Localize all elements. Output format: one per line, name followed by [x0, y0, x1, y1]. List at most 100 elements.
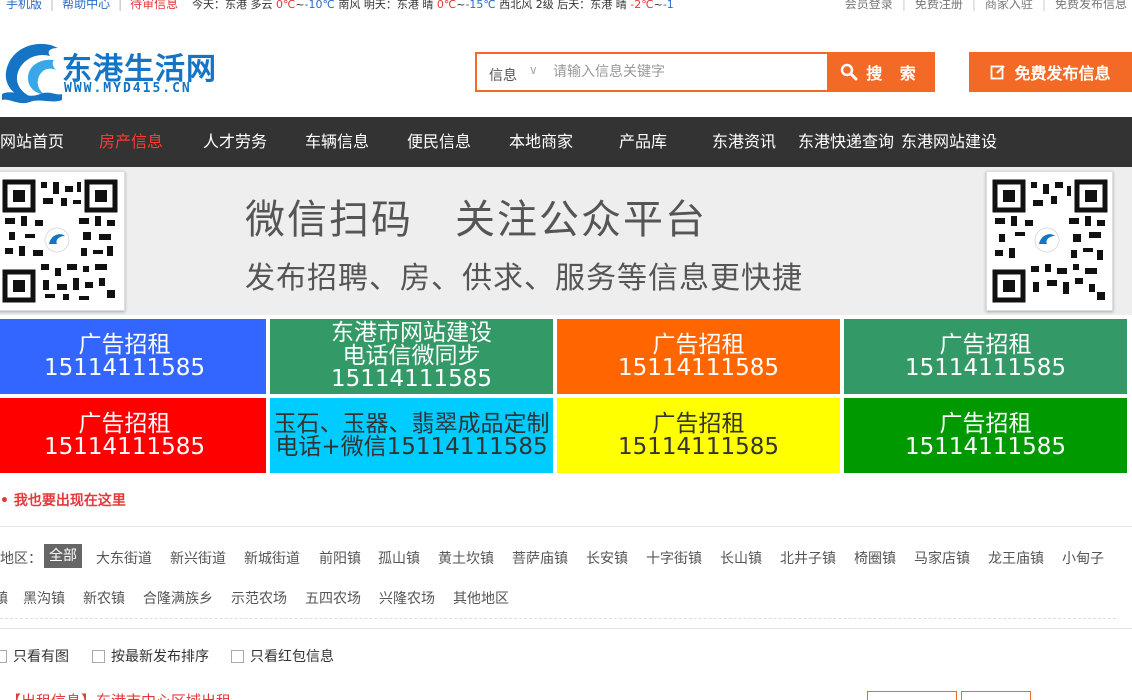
search-button-label: 搜 索 [866, 64, 922, 83]
nav-item-merchants[interactable]: 本地商家 [509, 117, 573, 167]
filter-label: 只看红包信息 [250, 649, 334, 665]
ad-slot-8[interactable]: 广告招租 15114111585 [844, 398, 1127, 473]
area-tag[interactable]: 马家店镇 [914, 548, 970, 568]
wave-logo-icon [2, 43, 62, 104]
publish-button[interactable]: 免费发布信息 [969, 52, 1132, 92]
promo-link[interactable]: • 我也要出现在这里 [0, 490, 126, 510]
area-tag[interactable]: 孤山镇 [378, 548, 420, 568]
area-tag[interactable]: 新农镇 [83, 588, 125, 608]
area-tag[interactable]: 长山镇 [720, 548, 762, 568]
checkbox[interactable] [231, 650, 244, 663]
nav-item-products[interactable]: 产品库 [619, 117, 667, 167]
ad-phone: 15114111585 [618, 433, 779, 460]
search-category-select[interactable]: 信息 [489, 65, 517, 85]
ad-slot-3[interactable]: 广告招租 15114111585 [557, 319, 840, 394]
ad-slot-7[interactable]: 广告招租 15114111585 [557, 398, 840, 473]
mobile-link[interactable]: 手机版 [6, 0, 42, 11]
member-login-link[interactable]: 会员登录 [845, 0, 893, 11]
area-tag[interactable]: 龙王庙镇 [988, 548, 1044, 568]
ad-phone: 15114111585 [905, 354, 1066, 381]
weather-info: 今天：东港 多云 0℃~-10℃ 南风 明天：东港 晴 0℃~-15℃ 西北风 … [191, 0, 674, 11]
filter-red-packet[interactable]: 只看红包信息 [231, 646, 334, 666]
filter-with-image[interactable]: 只看有图 [0, 646, 69, 666]
main-nav: 网站首页 房产信息 人才劳务 车辆信息 便民信息 本地商家 产品库 东港资讯 东… [0, 117, 1132, 167]
search-button[interactable]: 搜 索 [827, 52, 935, 92]
ad-slot-2[interactable]: 东港市网站建设 电话信微同步15114111585 [270, 319, 553, 394]
ad-slot-1[interactable]: 广告招租 15114111585 [0, 319, 266, 394]
filter-label: 按最新发布排序 [111, 649, 209, 665]
ad-slot-6[interactable]: 玉石、玉器、翡翠成品定制 电话+微信15114111585 [270, 398, 553, 473]
checkbox[interactable] [92, 650, 105, 663]
area-tag[interactable]: 大东街道 [96, 548, 152, 568]
nav-item-vehicles[interactable]: 车辆信息 [305, 117, 369, 167]
nav-item-web-build[interactable]: 东港网站建设 [901, 117, 997, 167]
area-tag[interactable]: 黄土坎镇 [438, 548, 494, 568]
ad-title: 广告招租 [78, 331, 171, 358]
area-tag[interactable]: 其他地区 [453, 588, 509, 608]
ad-slot-4[interactable]: 广告招租 15114111585 [844, 319, 1127, 394]
area-tag[interactable]: 黑沟镇 [23, 588, 65, 608]
area-tag[interactable]: 新城街道 [244, 548, 300, 568]
area-tag[interactable]: 新兴街道 [170, 548, 226, 568]
ad-phone: 15114111585 [44, 433, 205, 460]
ad-phone: 电话+微信15114111585 [275, 433, 548, 460]
checkbox[interactable] [0, 650, 7, 663]
ad-title: 广告招租 [939, 331, 1032, 358]
listing-action-button[interactable] [867, 691, 957, 700]
edit-icon [991, 65, 1006, 80]
banner-line1: 微信扫码 关注公众平台 [245, 197, 707, 243]
nav-item-express[interactable]: 东港快递查询 [798, 117, 894, 167]
bullet-icon: • [0, 493, 9, 509]
qr-code-left [0, 171, 125, 311]
ad-title: 东港市网站建设 [331, 320, 492, 346]
nav-item-news[interactable]: 东港资讯 [712, 117, 776, 167]
merchant-join-link[interactable]: 商家入驻 [985, 0, 1033, 11]
qr-code-right [986, 171, 1113, 311]
area-tag[interactable]: 兴隆农场 [379, 588, 435, 608]
publish-button-label: 免费发布信息 [1014, 64, 1111, 83]
promo-label: 我也要出现在这里 [13, 493, 126, 509]
area-tag-all[interactable]: 全部 [44, 544, 82, 568]
area-tag[interactable]: 长安镇 [586, 548, 628, 568]
listing-title[interactable]: 【出租信息】东港市中心区域出租…… [6, 690, 261, 700]
top-bar: 手机版 | 帮助中心 | 待审信息 今天：东港 多云 0℃~-10℃ 南风 明天：东港 … [0, 0, 1132, 18]
site-logo[interactable]: 东港生活网 WWW.MYD415.CN [0, 38, 240, 104]
area-tag[interactable]: 菩萨庙镇 [512, 548, 568, 568]
help-link[interactable]: 帮助中心 [62, 0, 110, 11]
register-link[interactable]: 免费注册 [915, 0, 963, 11]
area-tag[interactable]: 小甸子 [1062, 548, 1104, 568]
ad-phone: 15114111585 [905, 433, 1066, 460]
area-tag[interactable]: 十字街镇 [646, 548, 702, 568]
wechat-banner[interactable]: 微信扫码 关注公众平台 发布招聘、房、供求、服务等信息更快捷 [0, 167, 1132, 315]
area-tag[interactable]: 示范农场 [231, 588, 287, 608]
ad-title: 广告招租 [939, 410, 1032, 437]
logo-url: WWW.MYD415.CN [64, 81, 192, 96]
free-publish-link[interactable]: 免费发布信息 [1055, 0, 1127, 11]
nav-item-services[interactable]: 便民信息 [407, 117, 471, 167]
area-tag[interactable]: 北井子镇 [780, 548, 836, 568]
ad-phone: 15114111585 [44, 354, 205, 381]
nav-item-home[interactable]: 网站首页 [0, 117, 64, 167]
divider [0, 628, 1132, 629]
banner-line2: 发布招聘、房、供求、服务等信息更快捷 [245, 261, 803, 296]
area-tag[interactable]: 前阳镇 [319, 548, 361, 568]
area-tag[interactable]: 五四农场 [305, 588, 361, 608]
ad-title: 广告招租 [78, 410, 171, 437]
ad-phone: 15114111585 [618, 354, 779, 381]
pending-link[interactable]: 待审信息 [130, 0, 178, 11]
qr-code-icon [992, 179, 1108, 303]
search-input[interactable] [553, 60, 823, 84]
listing-action-button[interactable] [961, 691, 1031, 700]
area-tag[interactable]: 合隆满族乡 [143, 588, 213, 608]
chevron-down-icon[interactable]: ∨ [529, 63, 538, 77]
divider [0, 526, 1132, 527]
nav-item-jobs[interactable]: 人才劳务 [203, 117, 267, 167]
filter-latest[interactable]: 按最新发布排序 [92, 646, 209, 666]
ad-phone: 电话信微同步15114111585 [331, 343, 492, 392]
filter-label: 只看有图 [13, 649, 69, 665]
ad-slot-5[interactable]: 广告招租 15114111585 [0, 398, 266, 473]
nav-item-property[interactable]: 房产信息 [99, 117, 163, 167]
search-box: 信息 ∨ 搜 索 [475, 52, 935, 92]
area-tag[interactable]: 镇 [0, 588, 8, 608]
area-tag[interactable]: 椅圈镇 [854, 548, 896, 568]
